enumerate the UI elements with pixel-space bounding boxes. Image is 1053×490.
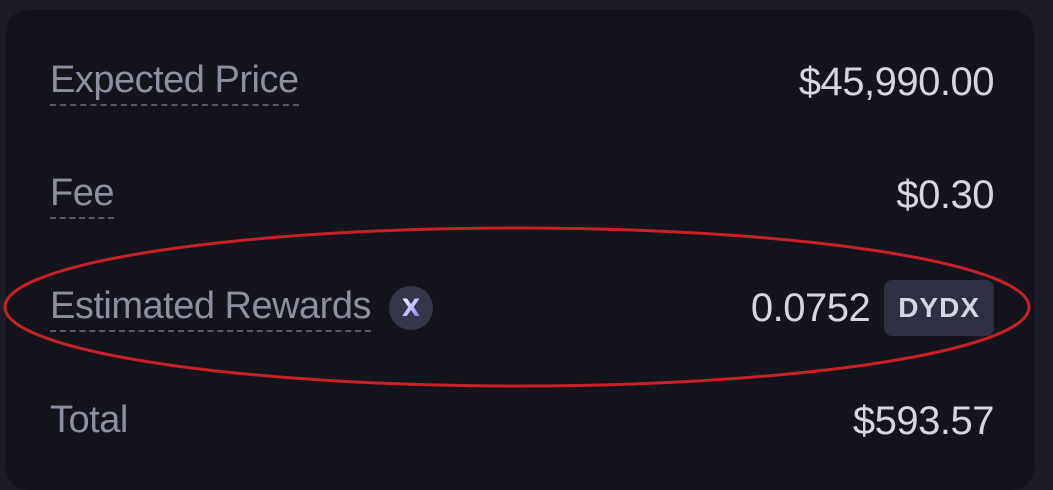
- estimated-rewards-row: Estimated Rewards X 0.0752 DYDX: [50, 278, 994, 338]
- total-value: $593.57: [852, 398, 995, 443]
- x-token-icon: X: [388, 286, 433, 330]
- estimated-rewards-label-group: Estimated Rewards X: [50, 284, 433, 332]
- fee-row: Fee $0.30: [50, 165, 994, 225]
- fee-value: $0.30: [896, 172, 994, 217]
- estimated-rewards-value-group: 0.0752 DYDX: [751, 280, 994, 336]
- estimated-rewards-label[interactable]: Estimated Rewards: [50, 284, 371, 332]
- total-row: Total $593.57: [50, 391, 995, 451]
- total-label: Total: [50, 399, 128, 441]
- expected-price-label[interactable]: Expected Price: [50, 58, 299, 106]
- expected-price-row: Expected Price $45,990.00: [50, 52, 995, 112]
- outer-frame: Expected Price $45,990.00 Fee $0.30 Esti…: [0, 0, 1053, 490]
- estimated-rewards-value: 0.0752: [750, 285, 871, 330]
- expected-price-value: $45,990.00: [798, 59, 995, 104]
- x-token-glyph: X: [401, 294, 421, 322]
- dydx-token-badge: DYDX: [884, 280, 994, 336]
- fee-label[interactable]: Fee: [50, 171, 114, 219]
